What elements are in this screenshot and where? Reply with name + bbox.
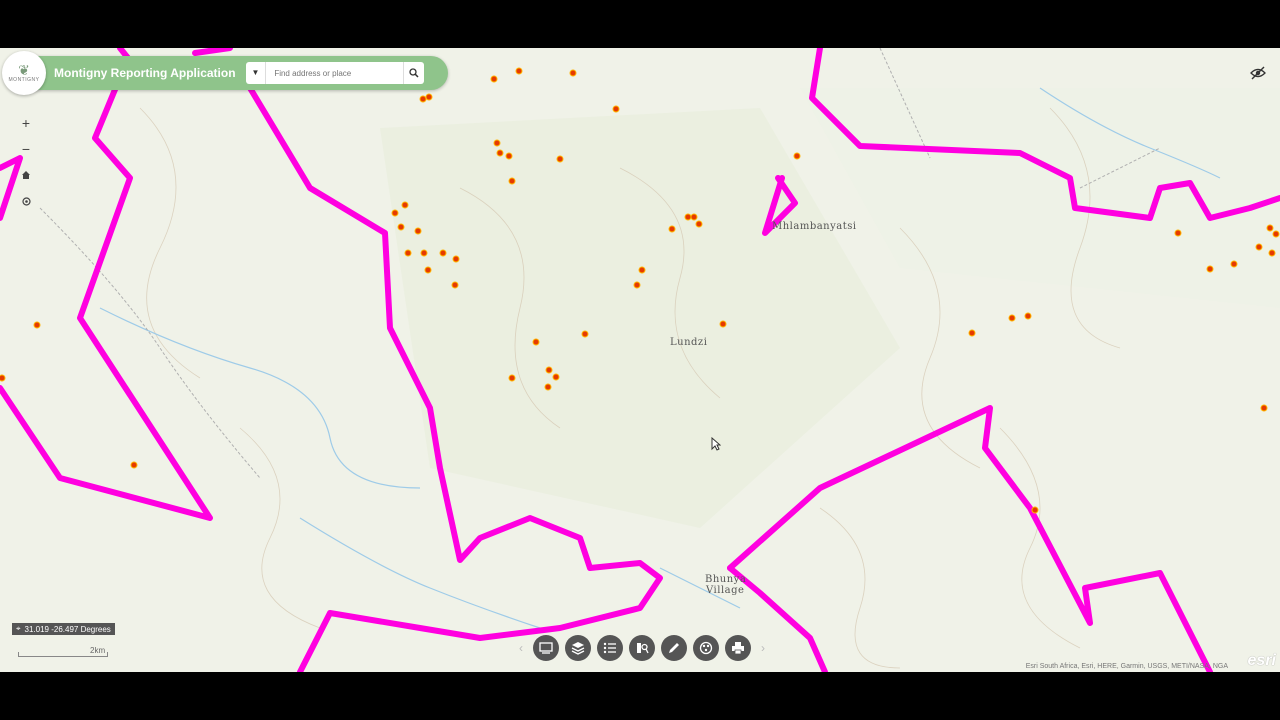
zoom-out-button[interactable]: − (14, 136, 38, 162)
print-button[interactable] (725, 635, 751, 661)
toolbar-prev-arrow-icon[interactable]: ‹ (515, 641, 527, 655)
coordinate-text: 31.019 -26.497 Degrees (24, 624, 111, 634)
query-icon (637, 643, 649, 654)
search-input[interactable] (266, 67, 403, 79)
edit-button[interactable] (661, 635, 687, 661)
plus-icon: + (21, 115, 31, 131)
search-widget: ▼ (245, 62, 424, 84)
map-navigation-tools: + − (14, 110, 38, 214)
place-label-lundzi: Lundzi (670, 337, 708, 348)
home-button[interactable] (14, 162, 38, 188)
basemap-gallery-button[interactable] (533, 635, 559, 661)
mouse-cursor-icon (711, 436, 722, 456)
app-title: Montigny Reporting Application (54, 66, 236, 80)
locate-icon (21, 196, 31, 206)
widget-toolbar: ‹ › (515, 634, 769, 662)
legend-icon (603, 642, 616, 654)
search-icon (409, 68, 419, 78)
place-label-village: Village (706, 585, 745, 596)
legend-button[interactable] (597, 635, 623, 661)
query-button[interactable] (629, 635, 655, 661)
place-label-bhunya: Bhunya (705, 574, 747, 585)
search-button[interactable] (402, 62, 424, 84)
my-location-button[interactable] (14, 188, 38, 214)
zoom-in-button[interactable]: + (14, 110, 38, 136)
crosshair-icon: ⌖ (16, 624, 21, 633)
coordinate-readout[interactable]: ⌖ 31.019 -26.497 Degrees (12, 623, 115, 635)
logo-mark-icon: ❦ (18, 62, 30, 78)
logo-text: MONTIGNY (8, 77, 40, 83)
layer-list-button[interactable] (565, 635, 591, 661)
map-attribution: Esri South Africa, Esri, HERE, Garmin, U… (1025, 663, 1228, 670)
analysis-button[interactable] (693, 635, 719, 661)
map-view[interactable]: Mhlambanyatsi Lundzi Bhunya Village ❦ MO… (0, 48, 1280, 672)
minus-icon: − (21, 141, 31, 157)
layers-icon (571, 642, 585, 655)
app-logo: ❦ MONTIGNY (2, 51, 46, 95)
scale-bar: 2km (18, 646, 108, 657)
visibility-toggle-button[interactable] (1250, 66, 1266, 80)
map-canvas[interactable] (0, 48, 1280, 672)
search-source-dropdown[interactable]: ▼ (246, 62, 267, 84)
eye-slash-icon (1250, 66, 1266, 80)
print-icon (732, 642, 744, 655)
place-label-mhlambanyatsi: Mhlambanyatsi (772, 221, 857, 232)
video-frame: Mhlambanyatsi Lundzi Bhunya Village ❦ MO… (0, 0, 1280, 720)
home-icon (22, 171, 30, 179)
toolbar-next-arrow-icon[interactable]: › (757, 641, 769, 655)
edit-icon (669, 643, 679, 653)
basemap-icon (539, 642, 553, 654)
scale-label: 2km (90, 646, 106, 655)
analysis-icon (699, 641, 713, 655)
app-header: ❦ MONTIGNY Montigny Reporting Applicatio… (2, 51, 448, 95)
esri-logo: esri (1247, 652, 1276, 669)
